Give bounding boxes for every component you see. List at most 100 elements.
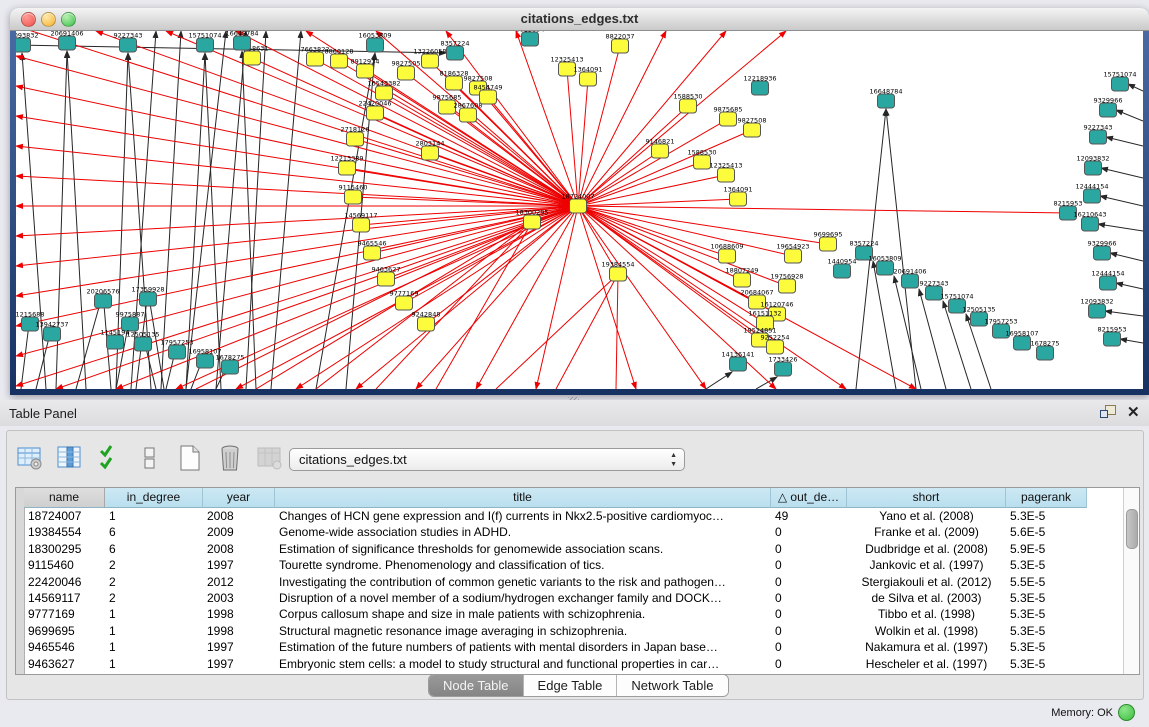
selection-mode-icon[interactable] [95, 443, 125, 473]
citation-edge-red[interactable] [556, 274, 618, 389]
column-header-name[interactable]: name [24, 488, 105, 508]
graph-node[interactable]: 9329966 [1094, 97, 1123, 118]
graph-node[interactable]: 8822037 [606, 33, 635, 54]
tab-node-table[interactable]: Node Table [429, 675, 524, 696]
citation-edge-red[interactable] [578, 206, 793, 256]
citation-edge-black[interactable] [205, 53, 221, 389]
citation-edge-black[interactable] [943, 301, 971, 389]
network-canvas[interactable]: 1872400718300295193845541068860918807249… [16, 31, 1143, 389]
delete-table-icon[interactable] [215, 443, 245, 473]
window-titlebar[interactable]: citations_edges.txt [10, 8, 1149, 31]
table-row[interactable]: 1830029562008Estimation of significance … [24, 541, 1087, 557]
citation-edge-black[interactable] [1101, 168, 1143, 178]
column-header-title[interactable]: title [275, 488, 771, 508]
citation-edge-black[interactable] [1100, 196, 1143, 206]
graph-node[interactable]: 9465546 [358, 240, 387, 261]
citation-edge-black[interactable] [894, 276, 921, 389]
table-row[interactable]: 946554611997Estimation of the future num… [24, 639, 1087, 655]
citation-edge-red[interactable] [404, 206, 578, 303]
table-row[interactable]: 1872400712008Changes of HCN gene express… [24, 508, 1087, 524]
table-scrollbar-thumb[interactable] [1126, 509, 1138, 549]
citation-edge-red[interactable] [16, 206, 578, 236]
citation-edge-red[interactable] [578, 206, 846, 389]
show-column-icon[interactable] [55, 443, 85, 473]
create-table-icon[interactable] [175, 443, 205, 473]
table-row[interactable]: 2242004622012Investigating the contribut… [24, 574, 1087, 590]
row-height-icon[interactable] [135, 443, 165, 473]
graph-node[interactable]: 9227343 [114, 32, 143, 53]
graph-node[interactable]: 14136141 [721, 351, 754, 372]
citation-edge-black[interactable] [22, 53, 46, 389]
tab-network-table[interactable]: Network Table [617, 675, 727, 696]
citation-edge-red[interactable] [256, 222, 532, 389]
tab-edge-table[interactable]: Edge Table [524, 675, 618, 696]
citation-edge-red[interactable] [296, 206, 578, 389]
graph-node[interactable]: 1588530 [674, 93, 703, 114]
graph-node[interactable]: 12505135 [126, 331, 159, 352]
citation-edge-red[interactable] [578, 199, 738, 206]
graph-node[interactable]: 16210643 [1073, 211, 1106, 232]
citation-edge-black[interactable] [1116, 283, 1143, 289]
citation-edge-black[interactable] [161, 31, 181, 389]
graph-node[interactable]: 8215953 [1098, 326, 1127, 347]
citation-edge-red[interactable] [578, 206, 1068, 213]
memory-status-icon[interactable] [1118, 704, 1135, 721]
graph-node[interactable]: 1364091 [724, 186, 753, 207]
citation-edge-black[interactable] [919, 289, 946, 389]
citation-edge-black[interactable] [1110, 253, 1143, 261]
graph-node[interactable]: 14569117 [344, 212, 377, 233]
column-header-short[interactable]: short [847, 488, 1006, 508]
graph-node[interactable]: 8860128 [325, 48, 354, 69]
graph-node[interactable]: 8813054 [516, 31, 545, 46]
graph-node[interactable]: 9242848 [412, 311, 441, 332]
citation-edge-red[interactable] [356, 206, 578, 389]
table-row[interactable]: 946362711997Embryonic stem cells: a mode… [24, 656, 1087, 672]
citation-edge-red[interactable] [416, 206, 578, 389]
table-settings-icon[interactable] [15, 443, 45, 473]
graph-node[interactable]: 16648784 [869, 88, 902, 109]
citation-edge-red[interactable] [567, 69, 578, 206]
citation-edge-red[interactable] [578, 206, 727, 256]
citation-edge-black[interactable] [1120, 339, 1143, 343]
table-row[interactable]: 969969511998Structural magnetic resonanc… [24, 623, 1087, 639]
column-header-year[interactable]: year [203, 488, 275, 508]
table-select-dropdown[interactable]: citations_edges.txt ▲▼ [289, 448, 685, 471]
graph-node[interactable]: 9699695 [814, 231, 843, 252]
citation-edge-black[interactable] [1128, 84, 1143, 91]
graph-node[interactable]: 16053809 [358, 32, 391, 53]
float-panel-icon[interactable] [1100, 405, 1116, 420]
close-panel-icon[interactable]: ✕ [1127, 403, 1140, 421]
graph-node[interactable]: 15751074 [1103, 71, 1136, 92]
graph-node[interactable]: 1364091 [574, 66, 603, 87]
graph-node[interactable]: 18807249 [725, 267, 758, 288]
citation-edge-red[interactable] [578, 206, 706, 389]
graph-node[interactable]: 19384554 [601, 261, 634, 282]
citation-edge-red[interactable] [16, 31, 578, 206]
table-row[interactable]: 1456911722003Disruption of a novel membe… [24, 590, 1087, 606]
graph-node[interactable]: 9827505 [392, 60, 421, 81]
citation-edge-black[interactable] [1098, 224, 1143, 231]
graph-node[interactable]: 9777169 [390, 290, 419, 311]
graph-node[interactable]: 9329966 [1088, 240, 1117, 261]
graph-node[interactable]: 9146821 [646, 138, 675, 159]
graph-node[interactable]: 12444154 [1091, 270, 1124, 291]
graph-node[interactable]: 12093832 [1076, 155, 1109, 176]
column-header-out_de[interactable]: △ out_de… [771, 488, 847, 508]
table-scrollbar[interactable] [1123, 488, 1139, 674]
graph-node[interactable]: 20691406 [50, 31, 83, 50]
citation-edge-black[interactable] [886, 109, 916, 389]
graph-node[interactable]: 12093832 [1080, 298, 1113, 319]
citation-edge-black[interactable] [1106, 137, 1143, 146]
citation-edge-red[interactable] [578, 206, 828, 244]
table-row[interactable]: 1938455462009Genome-wide association stu… [24, 524, 1087, 540]
graph-node[interactable]: 9227343 [1084, 124, 1113, 145]
citation-edge-red[interactable] [578, 106, 688, 206]
column-header-pagerank[interactable]: pagerank [1006, 488, 1087, 508]
graph-node[interactable]: 19654923 [776, 243, 809, 264]
graph-node[interactable]: 10688609 [710, 243, 743, 264]
graph-node[interactable]: 16543382 [367, 80, 400, 101]
graph-node[interactable]: 9463627 [372, 266, 401, 287]
graph-node[interactable]: 1733426 [769, 356, 798, 377]
graph-node[interactable]: 12325413 [709, 162, 742, 183]
graph-node[interactable]: 1440954 [828, 258, 857, 279]
